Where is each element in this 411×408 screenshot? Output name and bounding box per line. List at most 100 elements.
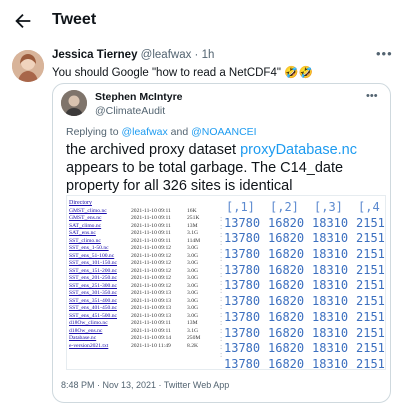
console-data-row: 13780 16820 18310 2151 (224, 356, 385, 370)
file-row: SST_ens_1-50.nc 2021-11-10 09:12 3.0G (69, 245, 224, 253)
file-link[interactable]: d18Ow_ens.nc (69, 328, 102, 336)
data-cell: 18310 (312, 215, 349, 230)
file-size: 3.0G (187, 260, 199, 266)
avatar-photo-icon (12, 50, 44, 82)
data-cell: 2151 (356, 341, 385, 356)
file-link[interactable]: SST_ens_151-200.nc (69, 268, 117, 276)
file-row: SST_ens_301-350.nc 2021-11-10 09:13 3.0G (69, 290, 224, 298)
data-cell: 2151 (356, 231, 385, 246)
data-cell: 16820 (268, 278, 305, 293)
author-handle[interactable]: @leafwax (141, 49, 192, 61)
more-horizontal-icon[interactable]: ••• (366, 90, 378, 102)
file-link[interactable]: SST_ens_301-350.nc (69, 290, 117, 298)
column-header: [,3] (314, 200, 343, 214)
data-cell: 2151 (356, 294, 385, 309)
data-cell: 16820 (268, 231, 305, 246)
quoted-author-name[interactable]: Stephen McIntyre (95, 91, 183, 103)
separator-dot: · (194, 49, 199, 61)
file-size: 250M (187, 335, 201, 341)
file-size: 114M (187, 237, 201, 244)
file-row: SST_climo.nc 2021-11-10 09:11 114M (69, 238, 224, 246)
file-date: 2021-11-10 09:12 (131, 252, 172, 259)
data-cell: 18310 (312, 309, 349, 324)
file-link[interactable]: SAT_climo.nc (69, 223, 101, 231)
file-link[interactable]: d18Ow_climo.nc (69, 320, 108, 328)
file-link[interactable]: SST_ens_251-300.nc (69, 283, 117, 291)
console-data-row: 13780 16820 18310 2151 (224, 215, 385, 232)
file-link[interactable]: SST_ens_401-450.nc (69, 305, 117, 313)
screenshot-image[interactable]: Directory GMST_climo.nc 2021-11-10 09:11 1… (66, 195, 386, 370)
quoted-author-handle[interactable]: @ClimateAudit (95, 105, 165, 117)
file-link[interactable]: e-version2021.txt (69, 343, 108, 351)
data-cell: 13780 (224, 278, 261, 293)
data-cell: 18310 (312, 294, 349, 309)
console-output: [,1] [,2] [,3] [,4 13780 16820 18310 2151 13780… (224, 200, 385, 370)
more-horizontal-icon[interactable]: ••• (376, 46, 393, 61)
file-link[interactable]: SST_climo.nc (69, 238, 101, 246)
file-date: 2021-11-10 09:11 (131, 230, 171, 236)
reply-handle-link[interactable]: @NOAANCEI (191, 126, 257, 138)
file-date: 2021-11-10 09:12 (131, 245, 172, 251)
file-date: 2021-11-10 09:11 (131, 207, 171, 214)
file-row: SST_ens_101-150.nc 2021-11-10 09:12 3.0G (69, 260, 224, 268)
data-cell: 16820 (268, 215, 305, 230)
file-listing: Directory GMST_climo.nc 2021-11-10 09:11 1… (69, 200, 224, 350)
reply-handle-link[interactable]: @leafwax (121, 126, 167, 138)
data-cell: 2151 (356, 262, 385, 277)
file-date: 2021-11-10 09:13 (131, 305, 172, 311)
file-row: GMST_climo.nc 2021-11-10 09:11 16K (69, 208, 224, 216)
data-cell: 13780 (224, 325, 261, 340)
data-cell: 18310 (312, 278, 349, 293)
file-link[interactable]: SST_ens_201-250.nc (69, 275, 117, 283)
file-link[interactable]: SST_ens_451-500.nc (69, 313, 117, 321)
file-date: 2021-11-10 09:12 (131, 282, 172, 289)
data-cell: 2151 (356, 356, 385, 370)
console-data-row: 13780 16820 18310 2151 (224, 294, 385, 310)
column-header: [,1] (226, 200, 255, 214)
file-link[interactable]: Database.nc (69, 335, 96, 343)
quoted-tweet-timestamp[interactable]: 8:48 PM · Nov 13, 2021 · Twitter Web App (61, 380, 229, 390)
reply-prefix: Replying to (66, 126, 122, 138)
console-data-row: 13780 16820 18310 2151 (224, 231, 385, 247)
column-header: [,2] (270, 200, 299, 214)
file-link[interactable]: SST_ens_351-400.nc (69, 298, 117, 306)
file-link[interactable]: GMST_climo.nc (69, 208, 107, 216)
console-data-row: 13780 16820 18310 2151 (224, 262, 385, 279)
file-link[interactable]: GMST_ens.nc (69, 215, 101, 223)
console-data-row: 13780 16820 18310 2151 (224, 325, 385, 342)
quoted-tweet-card[interactable]: Stephen McIntyre @ClimateAudit ••• Reply… (52, 83, 391, 403)
file-size: 13M (187, 320, 198, 326)
quoted-avatar[interactable] (61, 90, 87, 116)
file-date: 2021-11-10 09:13 (131, 312, 172, 319)
file-link[interactable]: SAT_ens.nc (69, 230, 96, 238)
file-size: 3.0G (187, 275, 199, 281)
quoted-text-link[interactable]: proxyDatabase.nc (240, 142, 357, 158)
reply-and: and (167, 126, 192, 138)
file-row: SAT_ens.nc 2021-11-10 09:11 3.1G (69, 230, 224, 238)
avatar[interactable] (12, 50, 44, 82)
file-size: 3.0G (187, 290, 199, 296)
tweet-time[interactable]: 1h (202, 49, 215, 61)
file-date: 2021-11-10 09:11 (131, 320, 171, 326)
data-cell: 18310 (312, 247, 349, 262)
file-size: 251K (187, 215, 200, 221)
file-link[interactable]: SST_ens_1-50.nc (69, 245, 109, 253)
file-date: 2021-11-10 09:11 (131, 327, 171, 334)
author-name[interactable]: Jessica Tierney (52, 49, 137, 61)
data-cell: 13780 (224, 262, 261, 277)
data-cell: 18310 (312, 231, 349, 246)
file-link[interactable]: SST_ens_51-100.nc (69, 253, 114, 261)
file-size: 3.1G (187, 230, 199, 236)
data-cell: 13780 (224, 215, 261, 230)
arrow-left-icon[interactable] (12, 10, 34, 32)
file-row: SST_ens_151-200.nc 2021-11-10 09:12 3.0G (69, 268, 224, 276)
data-cell: 13780 (224, 294, 261, 309)
data-cell: 16820 (268, 262, 305, 277)
tweet-text: You should Google "how to read a NetCDF4… (52, 67, 313, 79)
file-date: 2021-11-10 09:12 (131, 260, 172, 266)
data-cell: 18310 (312, 341, 349, 356)
file-row: SST_ens_201-250.nc 2021-11-10 09:12 3.0G (69, 275, 224, 283)
data-cell: 2151 (356, 215, 385, 230)
file-link[interactable]: SST_ens_101-150.nc (69, 260, 117, 268)
file-size: 8.2K (187, 342, 199, 349)
